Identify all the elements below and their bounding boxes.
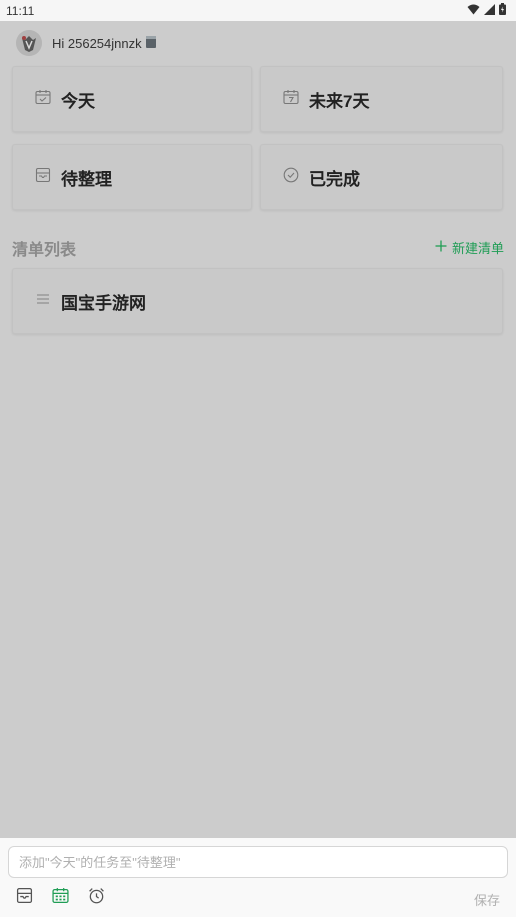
lists-section-title: 清单列表 (12, 242, 77, 259)
date-picker-button[interactable] (50, 888, 70, 908)
card-next-7-days[interactable]: 未来7天 (260, 66, 503, 132)
card-completed-label: 已完成 (309, 169, 360, 189)
calendar-icon (51, 887, 69, 909)
status-time: 11:11 (6, 3, 35, 18)
list-item[interactable]: 国宝手游网 (12, 268, 503, 334)
list-item-label: 国宝手游网 (61, 293, 146, 313)
card-inbox[interactable]: 待整理 (12, 144, 252, 210)
reminder-button[interactable] (86, 888, 106, 908)
alarm-icon (88, 887, 105, 909)
calendar-7-icon (283, 89, 299, 110)
save-button[interactable]: 保存 (474, 890, 500, 909)
card-next-7-days-label: 未来7天 (309, 91, 370, 111)
task-input[interactable] (8, 846, 508, 878)
inbox-icon (16, 887, 33, 909)
card-today-label: 今天 (61, 91, 95, 111)
new-list-label: 新建清单 (451, 241, 504, 256)
status-bar: 11:11 (0, 0, 516, 21)
user-header[interactable]: Hi 256254jnnzk (16, 30, 156, 56)
signal-icon (484, 3, 495, 18)
calendar-today-icon (35, 89, 51, 110)
inbox-toggle[interactable] (14, 887, 34, 909)
note-icon (145, 35, 156, 51)
greeting-text: Hi 256254jnnzk (52, 35, 156, 51)
new-list-button[interactable]: 新建清单 (435, 238, 504, 257)
avatar[interactable] (16, 30, 42, 56)
plus-icon (435, 240, 447, 255)
greeting-label: Hi 256254jnnzk (52, 35, 142, 51)
card-inbox-label: 待整理 (61, 169, 112, 189)
status-icons (467, 3, 506, 18)
check-circle-icon (283, 167, 299, 188)
wifi-icon (467, 4, 480, 18)
quick-add-bar: 保存 (0, 838, 516, 917)
inbox-icon (35, 167, 51, 188)
card-completed[interactable]: 已完成 (260, 144, 503, 210)
list-lines-icon (35, 291, 51, 312)
card-today[interactable]: 今天 (12, 66, 252, 132)
battery-icon (499, 3, 506, 18)
